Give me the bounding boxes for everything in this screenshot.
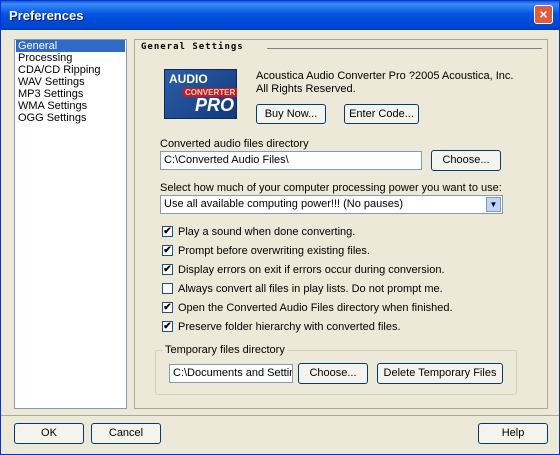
- checkbox-label: Open the Converted Audio Files directory…: [178, 302, 453, 314]
- settings-category-list[interactable]: General Processing CDA/CD Ripping WAV Se…: [14, 39, 127, 409]
- footer-divider: [1, 415, 559, 416]
- ok-button[interactable]: OK: [14, 423, 84, 444]
- sidebar-item-cda-ripping[interactable]: CDA/CD Ripping: [16, 64, 125, 76]
- checkbox-label: Display errors on exit if errors occur d…: [178, 264, 445, 276]
- temp-dir-label: Temporary files directory: [163, 344, 287, 356]
- sidebar-item-ogg[interactable]: OGG Settings: [16, 112, 125, 124]
- help-button[interactable]: Help: [478, 423, 548, 444]
- processing-power-value: Use all available computing power!!! (No…: [164, 198, 404, 210]
- copyright-text: Acoustica Audio Converter Pro ?2005 Acou…: [256, 70, 514, 95]
- checkbox-checked[interactable]: ✔: [162, 302, 173, 313]
- general-settings-panel: General Settings AUDIO CONVERTER PRO Aco…: [134, 39, 548, 409]
- section-header: General Settings: [141, 42, 244, 52]
- checkbox-checked[interactable]: ✔: [162, 321, 173, 332]
- temp-dir-field[interactable]: C:\Documents and Setting: [169, 364, 293, 383]
- checkbox-label: Play a sound when done converting.: [178, 226, 356, 238]
- checkbox-checked[interactable]: ✔: [162, 245, 173, 256]
- choose-temp-dir-button[interactable]: Choose...: [298, 363, 368, 384]
- checkbox-label: Preserve folder hierarchy with converted…: [178, 321, 401, 333]
- converted-dir-field[interactable]: C:\Converted Audio Files\: [160, 151, 422, 170]
- buy-now-button[interactable]: Buy Now...: [256, 104, 326, 124]
- processing-power-select[interactable]: Use all available computing power!!! (No…: [160, 195, 503, 214]
- checkbox-unchecked[interactable]: [162, 283, 173, 294]
- processing-power-label: Select how much of your computer process…: [160, 182, 502, 194]
- header-divider: [267, 48, 542, 49]
- choose-converted-dir-button[interactable]: Choose...: [431, 150, 501, 171]
- checkbox-label: Always convert all files in play lists. …: [178, 283, 443, 295]
- sidebar-item-processing[interactable]: Processing: [16, 52, 125, 64]
- cancel-button[interactable]: Cancel: [91, 423, 161, 444]
- title-bar[interactable]: Preferences ×: [1, 1, 559, 30]
- delete-temp-files-button[interactable]: Delete Temporary Files: [377, 363, 503, 384]
- sidebar-item-wma[interactable]: WMA Settings: [16, 100, 125, 112]
- temp-dir-group: Temporary files directory C:\Documents a…: [155, 344, 517, 395]
- window-title: Preferences: [9, 8, 84, 23]
- checkbox-label: Prompt before overwriting existing files…: [178, 245, 370, 257]
- checkbox-checked[interactable]: ✔: [162, 264, 173, 275]
- enter-code-button[interactable]: Enter Code...: [344, 104, 419, 124]
- chevron-down-icon[interactable]: ▼: [486, 197, 501, 212]
- audio-converter-pro-logo: AUDIO CONVERTER PRO: [164, 69, 238, 119]
- sidebar-item-general[interactable]: General: [16, 40, 125, 52]
- preferences-window: Preferences × General Processing CDA/CD …: [0, 0, 560, 455]
- logo-text-pro: PRO: [195, 95, 235, 115]
- close-icon[interactable]: ×: [534, 5, 553, 24]
- sidebar-item-wav[interactable]: WAV Settings: [16, 76, 125, 88]
- logo-text-audio: AUDIO: [169, 72, 208, 86]
- checkbox-checked[interactable]: ✔: [162, 226, 173, 237]
- sidebar-item-mp3[interactable]: MP3 Settings: [16, 88, 125, 100]
- converted-dir-label: Converted audio files directory: [160, 138, 309, 150]
